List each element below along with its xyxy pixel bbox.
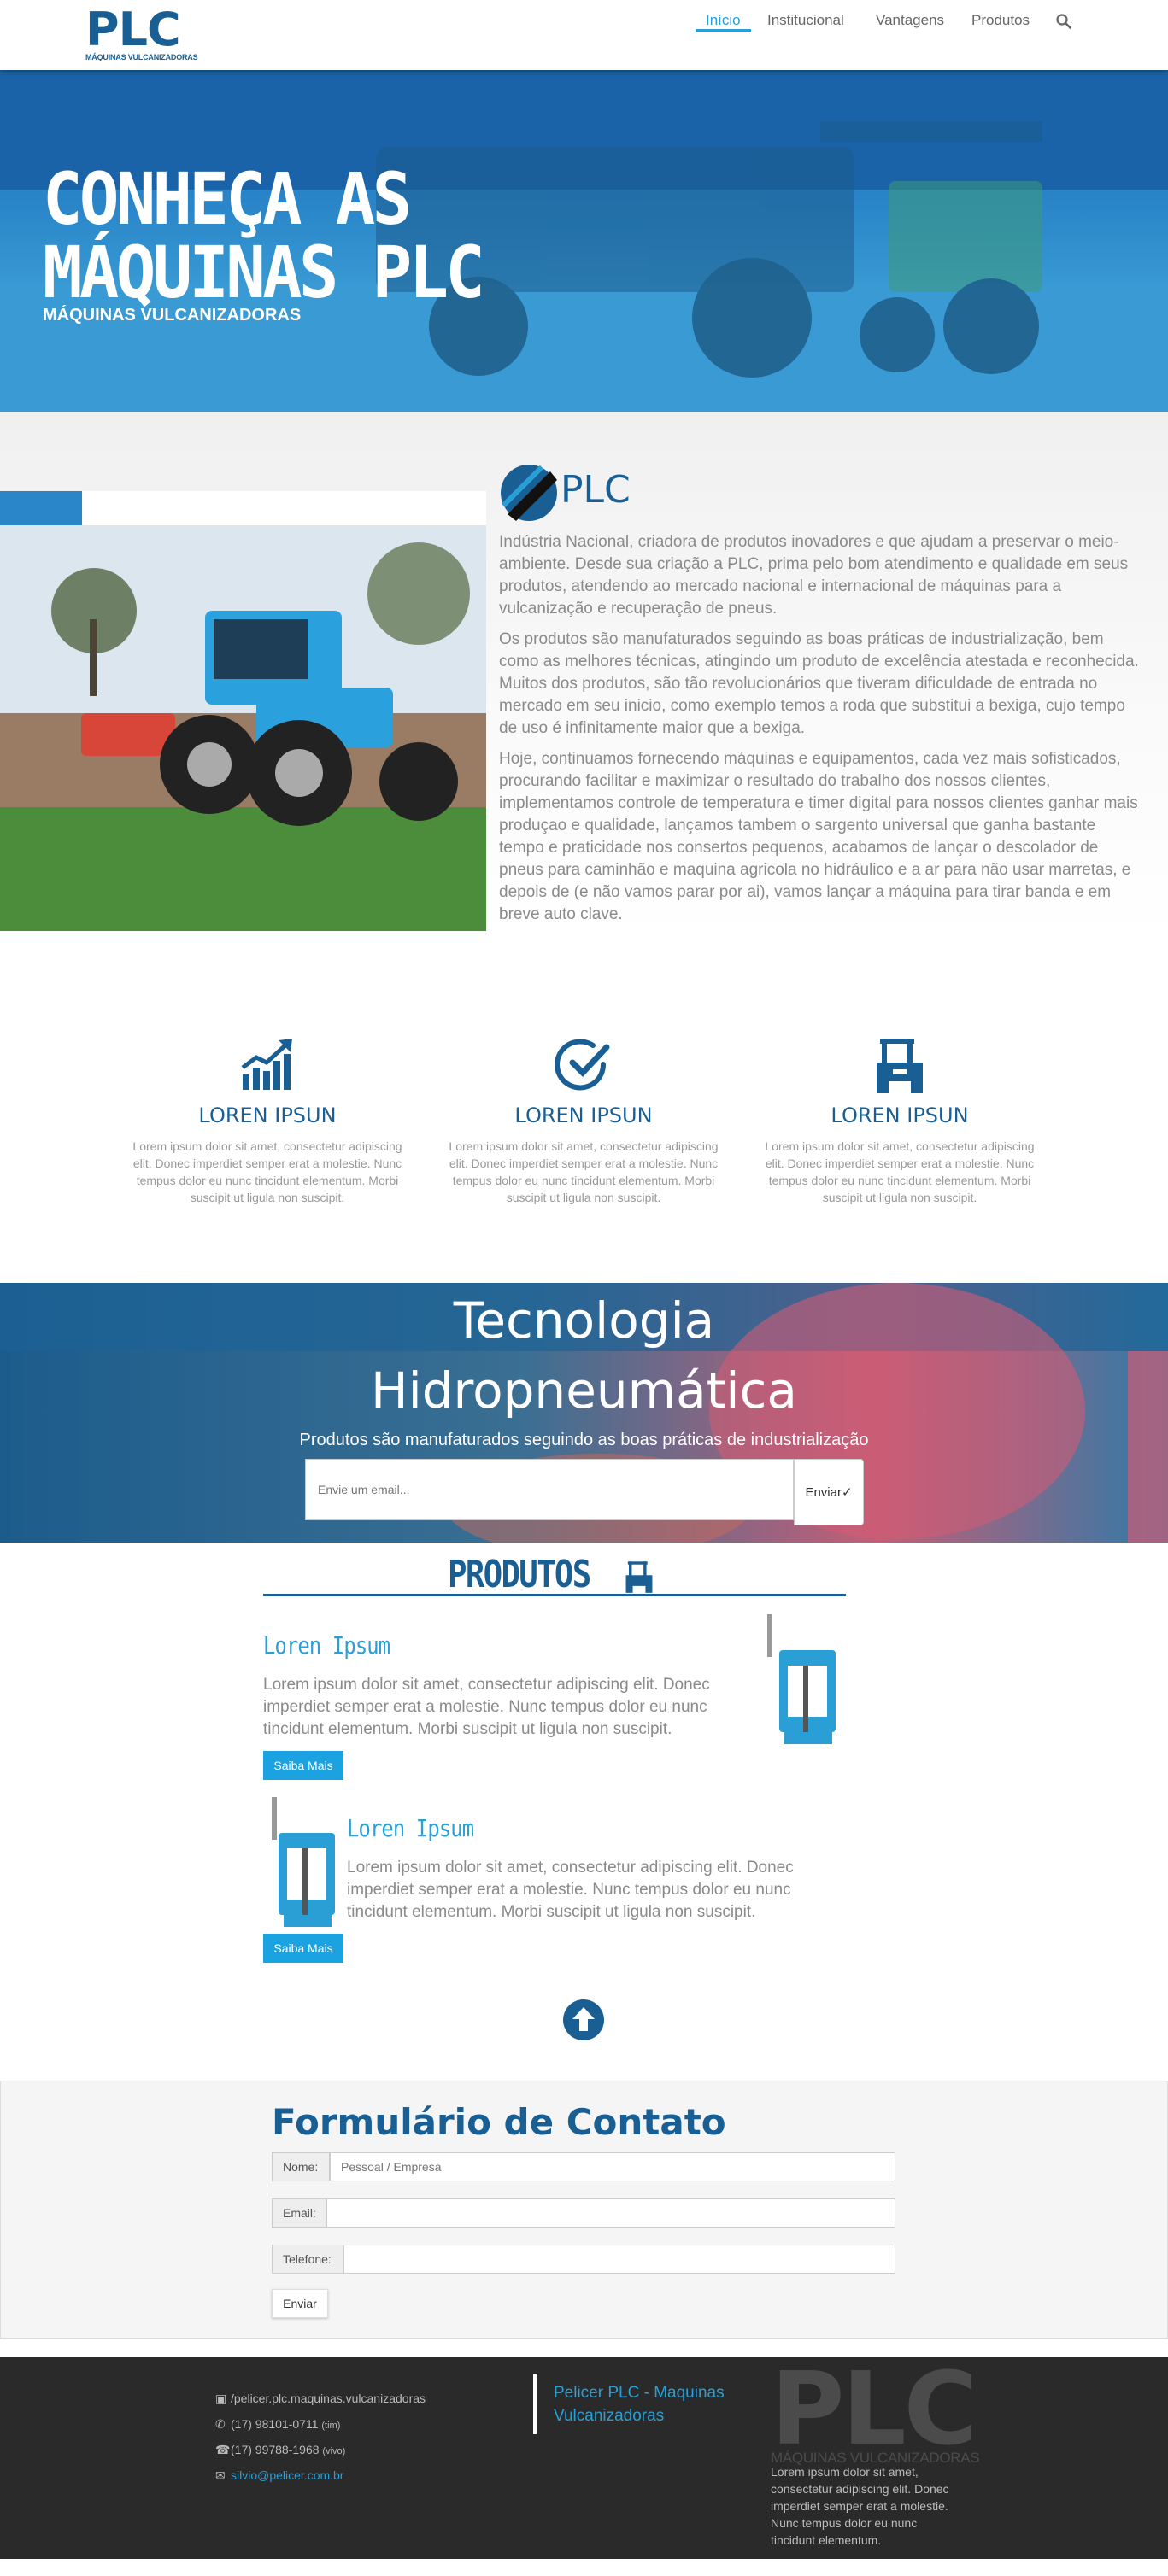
- name-label: Nome:: [272, 2152, 330, 2181]
- products-title-text: PRODUTOS: [448, 1553, 591, 1596]
- hero-title-line1: CONHEÇA AS: [43, 157, 412, 241]
- footer-brand[interactable]: Pelicer PLC - Maquinas Vulcanizadoras: [554, 2381, 725, 2427]
- about-paragraph-2: Os produtos são manufaturados seguindo a…: [499, 630, 1139, 737]
- footer-facebook-text: /pelicer.plc.maquinas.vulcanizadoras: [231, 2392, 426, 2405]
- feature-title-3: LOREN IPSUN: [831, 1104, 969, 1127]
- email-label: Email:: [272, 2198, 326, 2228]
- footer-phone-2: ☎(17) 99788-1968 (vivo): [215, 2443, 345, 2460]
- footer-facebook[interactable]: ▣ /pelicer.plc.maquinas.vulcanizadoras: [215, 2392, 426, 2409]
- contact-title: Formulário de Contato: [272, 2101, 726, 2143]
- phone-icon: ✆: [215, 2417, 226, 2431]
- hero-subtitle: MÁQUINAS VULCANIZADORAS: [43, 306, 302, 325]
- growth-chart-icon: [241, 1039, 292, 1090]
- tractor-icon: [625, 1561, 653, 1593]
- footer-description: Lorem ipsum dolor sit amet, consectetur …: [771, 2465, 949, 2547]
- feature-title-2: LOREN IPSUN: [514, 1104, 653, 1127]
- product-1-image: [767, 1614, 836, 1744]
- products-divider: [263, 1594, 846, 1596]
- nav-item-produtos[interactable]: Produtos: [971, 12, 1030, 41]
- feature-text-2: Lorem ipsum dolor sit amet, consectetur …: [449, 1139, 719, 1204]
- hero-title: CONHEÇA AS MÁQUINAS PLC: [43, 162, 593, 309]
- product-2-image: [272, 1797, 335, 1927]
- footer-logo-text: PLC: [771, 2350, 977, 2468]
- plc-badge-icon: [501, 465, 557, 521]
- feature-text-1: Lorem ipsum dolor sit amet, consectetur …: [132, 1139, 402, 1204]
- about-brand: PLC: [561, 468, 631, 512]
- hero-banner: CONHEÇA AS MÁQUINAS PLC: [0, 70, 1168, 412]
- footer-phone-2-carrier: (vivo): [322, 2446, 346, 2456]
- product-1-more-button[interactable]: Saiba Mais: [263, 1751, 343, 1780]
- about-paragraph-3: Hoje, continuamos fornecendo máquinas e …: [499, 750, 1138, 923]
- logo-tagline: MÁQUINAS VULCANIZADORAS: [85, 53, 198, 61]
- phone-label: Telefone:: [272, 2245, 343, 2274]
- logo-text: PLC: [85, 3, 181, 56]
- check-circle-icon: [555, 1039, 610, 1091]
- footer-divider: [533, 2374, 537, 2434]
- arrow-up-icon[interactable]: [562, 1999, 605, 2041]
- hero-title-line2: MÁQUINAS PLC: [43, 231, 485, 314]
- nav-item-institucional[interactable]: Institucional: [767, 12, 844, 41]
- footer-phone-1: ✆ (17) 98101-0711 (tim): [215, 2417, 340, 2434]
- nav-item-vantagens[interactable]: Vantagens: [876, 12, 944, 41]
- contact-send-button[interactable]: Enviar: [272, 2289, 328, 2318]
- footer-phone-1-number: (17) 98101-0711: [231, 2417, 319, 2431]
- footer-email[interactable]: ✉ silvio@pelicer.com.br: [215, 2468, 343, 2485]
- navbar: PLC MÁQUINAS VULCANIZADORAS Início Insti…: [0, 0, 1168, 70]
- phone-field[interactable]: [343, 2245, 895, 2274]
- about-paragraph-1: Indústria Nacional, criadora de produtos…: [499, 533, 1129, 618]
- tech-title-line2: Hidropneumática: [371, 1361, 797, 1420]
- product-desc-1: Lorem ipsum dolor sit amet, consectetur …: [263, 1676, 710, 1738]
- products-title: PRODUTOS: [448, 1553, 591, 1596]
- product-name-2: Loren Ipsum: [347, 1814, 474, 1842]
- tech-title-line1: Tecnologia: [453, 1291, 715, 1349]
- footer-logo: PLC MÁQUINAS VULCANIZADORAS: [771, 2350, 984, 2468]
- feature-title-1: LOREN IPSUN: [198, 1104, 337, 1127]
- product-2-more-button[interactable]: Saiba Mais: [263, 1934, 343, 1963]
- product-desc-2: Lorem ipsum dolor sit amet, consectetur …: [347, 1859, 794, 1921]
- whatsapp-icon: ☎: [215, 2443, 231, 2456]
- footer-phone-1-carrier: (tim): [321, 2421, 341, 2431]
- nav-item-inicio[interactable]: Início: [696, 12, 751, 32]
- footer-email-link[interactable]: silvio@pelicer.com.br: [231, 2468, 343, 2482]
- email-send-label: Enviar: [805, 1485, 842, 1500]
- site-logo[interactable]: PLC MÁQUINAS VULCANIZADORAS: [85, 3, 198, 62]
- footer-phone-2-number: (17) 99788-1968: [231, 2443, 320, 2456]
- email-field[interactable]: [326, 2198, 895, 2228]
- check-icon: ✓: [841, 1485, 853, 1500]
- email-input[interactable]: [305, 1459, 794, 1520]
- facebook-icon: ▣: [215, 2392, 227, 2405]
- name-input[interactable]: [330, 2152, 895, 2181]
- feature-text-3: Lorem ipsum dolor sit amet, consectetur …: [765, 1139, 1035, 1204]
- product-name-1: Loren Ipsum: [263, 1631, 390, 1660]
- tractor-image: [0, 491, 486, 931]
- envelope-icon: ✉: [215, 2468, 226, 2482]
- tractor-icon: [877, 1039, 923, 1093]
- tech-subtitle: Produtos são manufaturados seguindo as b…: [299, 1431, 869, 1449]
- search-icon[interactable]: [1056, 14, 1071, 29]
- email-send-button[interactable]: Enviar✓: [794, 1459, 864, 1525]
